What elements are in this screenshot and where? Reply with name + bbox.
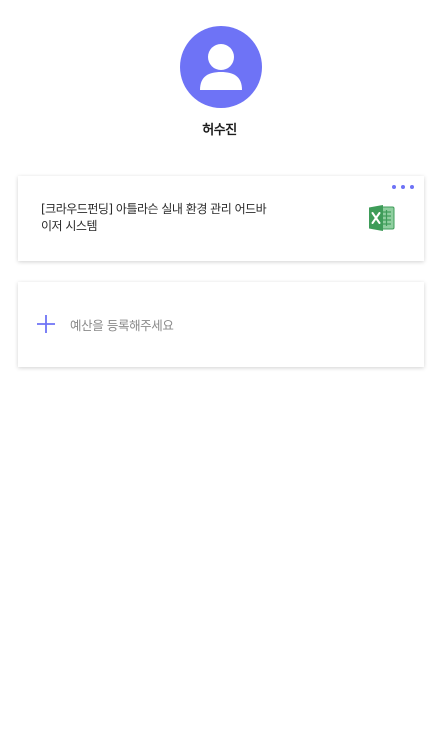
excel-icon[interactable] [368, 204, 395, 232]
avatar[interactable] [180, 26, 262, 108]
user-name: 허수진 [202, 123, 237, 138]
user-icon [200, 44, 242, 90]
more-horizontal-icon[interactable] [392, 180, 414, 194]
menu-dot [392, 185, 396, 189]
add-budget-button[interactable]: 예산을 등록해주세요 [36, 312, 174, 336]
menu-dot [401, 185, 405, 189]
add-budget-label: 예산을 등록해주세요 [70, 317, 174, 333]
budget-card[interactable]: [크라우드펀딩] 아틀라슨 실내 환경 관리 어드바이저 시스템 [18, 176, 424, 261]
plus-icon [37, 315, 55, 333]
menu-dot [410, 185, 414, 189]
budget-title: [크라우드펀딩] 아틀라슨 실내 환경 관리 어드바이저 시스템 [41, 202, 267, 233]
add-budget-card[interactable]: 예산을 등록해주세요 [18, 282, 424, 367]
